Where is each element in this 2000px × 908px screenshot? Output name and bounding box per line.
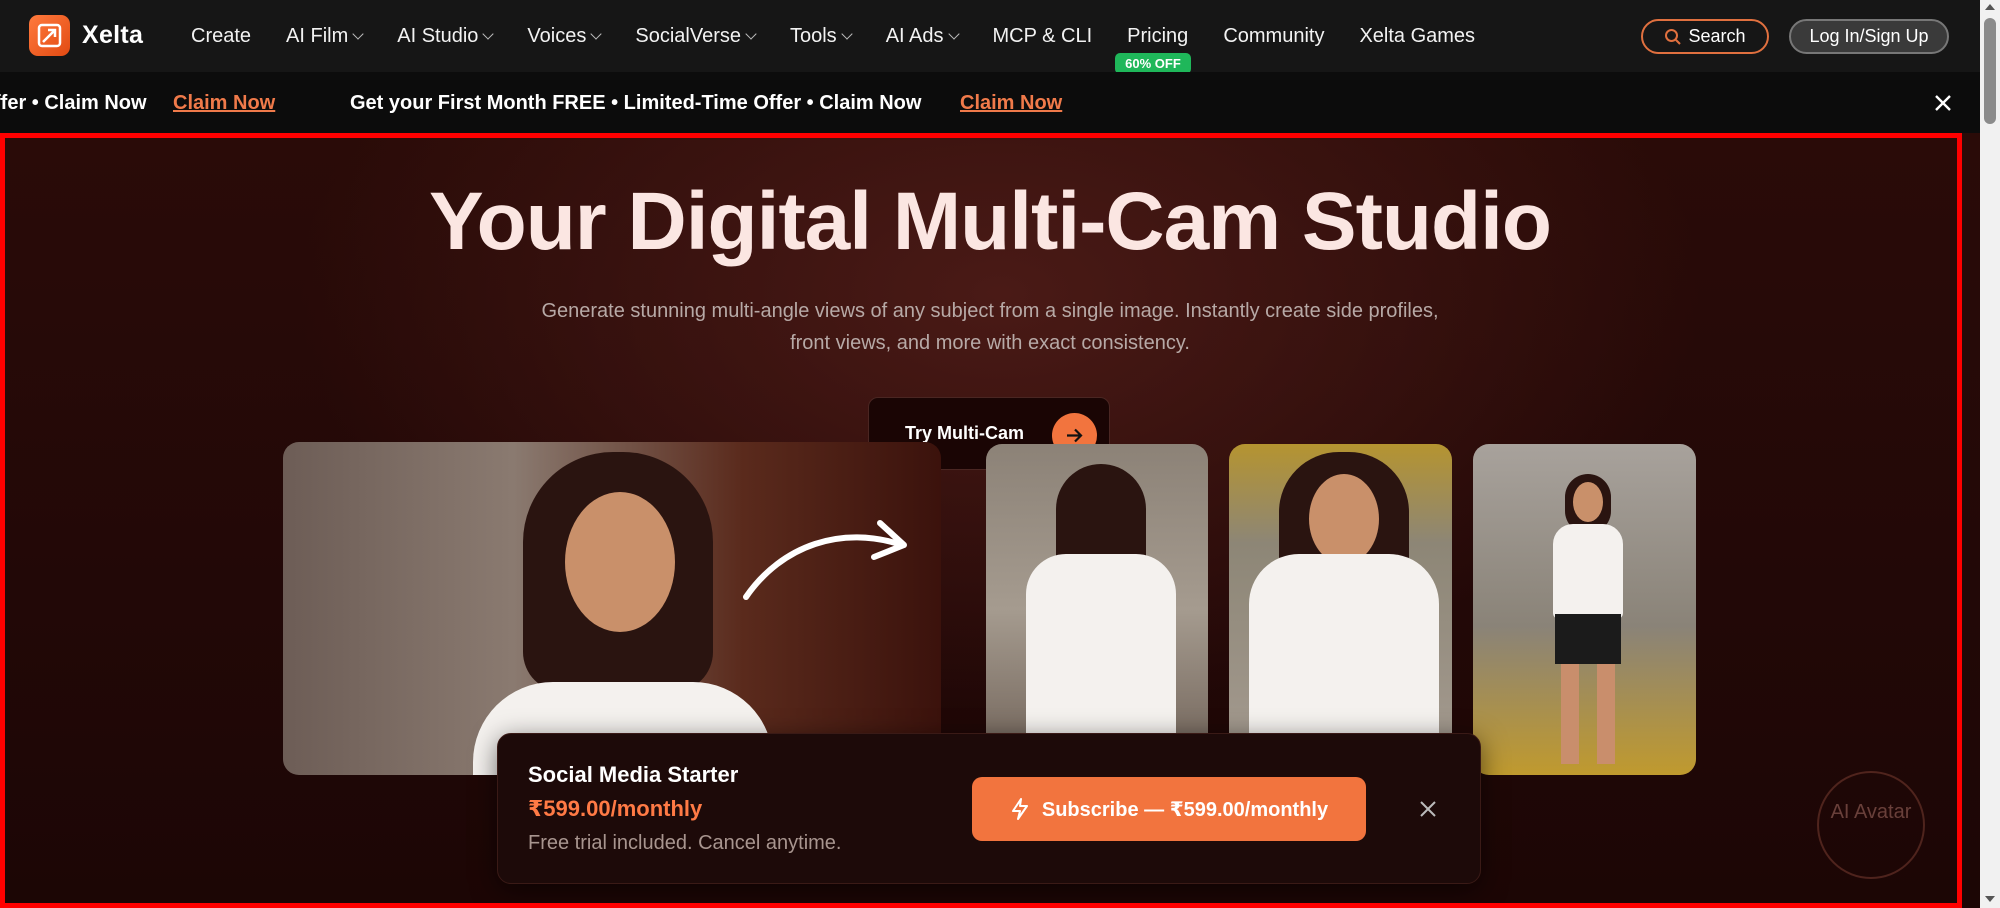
- search-button[interactable]: Search: [1641, 19, 1769, 54]
- main-menu: Create AI Film AI Studio Voices SocialVe…: [191, 0, 1510, 74]
- subscription-popup: Social Media Starter ₹599.00/monthly Fre…: [497, 733, 1481, 884]
- chevron-down-icon: [947, 28, 960, 40]
- nav-community[interactable]: Community: [1223, 25, 1324, 48]
- lightning-icon: [1011, 798, 1028, 820]
- nav-mcp-cli[interactable]: MCP & CLI: [993, 25, 1093, 48]
- nav-label: Xelta Games: [1359, 24, 1476, 47]
- promo-text: Get your First Month FREE • Limited-Time…: [350, 92, 922, 114]
- nav-pricing[interactable]: Pricing 60% OFF: [1115, 24, 1191, 74]
- cta-label: Try Multi-Cam: [905, 423, 1025, 443]
- source-image: [283, 442, 941, 775]
- brand-logo[interactable]: Xelta: [29, 15, 143, 56]
- plan-name: Social Media Starter: [528, 762, 739, 787]
- claim-now-link[interactable]: Claim Now: [960, 92, 1062, 115]
- nav-label: SocialVerse: [635, 24, 741, 47]
- nav-ai-studio[interactable]: AI Studio: [397, 24, 495, 48]
- claim-now-link[interactable]: Claim Now: [173, 92, 275, 115]
- page: Xelta Create AI Film AI Studio Voices So…: [0, 0, 2000, 908]
- nav-label: Voices: [527, 24, 587, 47]
- hero-title: Your Digital Multi-Cam Studio: [429, 176, 1552, 267]
- scroll-up-icon[interactable]: [1985, 4, 1995, 10]
- hero-subtitle: Generate stunning multi-angle views of a…: [541, 300, 1439, 354]
- generated-view-back: [986, 444, 1208, 775]
- search-icon: [1665, 28, 1682, 45]
- nav-label: Community: [1223, 24, 1325, 47]
- nav-create[interactable]: Create: [191, 25, 251, 48]
- page-scrollbar[interactable]: [1980, 0, 2000, 908]
- promo-banner: ffer • Claim Now Claim Now Get your Firs…: [0, 72, 1980, 136]
- ai-avatar-widget[interactable]: AI Avatar: [1817, 771, 1925, 879]
- nav-voices[interactable]: Voices: [527, 24, 603, 48]
- plan-note: Free trial included. Cancel anytime.: [528, 832, 842, 854]
- chevron-down-icon: [352, 28, 364, 40]
- nav-label: Pricing: [1127, 24, 1189, 47]
- nav-ai-ads[interactable]: AI Ads: [885, 24, 960, 48]
- chevron-down-icon: [841, 28, 853, 40]
- nav-tools[interactable]: Tools: [789, 24, 853, 48]
- chevron-down-icon: [590, 28, 603, 40]
- nav-ai-film[interactable]: AI Film: [286, 24, 364, 48]
- nav-label: MCP & CLI: [992, 24, 1093, 47]
- chevron-down-icon: [482, 28, 495, 40]
- nav-socialverse[interactable]: SocialVerse: [635, 24, 757, 48]
- login-signup-button[interactable]: Log In/Sign Up: [1789, 19, 1949, 54]
- nav-label: Create: [191, 24, 252, 47]
- generated-view-front: [1229, 444, 1452, 775]
- nav-label: AI Studio: [397, 24, 479, 47]
- promo-text-partial: ffer • Claim Now: [0, 92, 147, 114]
- scroll-down-icon[interactable]: [1985, 896, 1995, 902]
- curved-arrow-icon: [743, 520, 907, 600]
- logo-icon: [29, 15, 70, 56]
- nav-label: AI Ads: [885, 24, 944, 47]
- nav-label: AI Film: [286, 24, 349, 47]
- plan-price: ₹599.00/monthly: [528, 796, 703, 821]
- nav-label: Tools: [789, 24, 837, 47]
- chevron-down-icon: [745, 28, 757, 40]
- top-nav: Xelta Create AI Film AI Studio Voices So…: [0, 0, 1980, 74]
- discount-badge: 60% OFF: [1115, 52, 1191, 74]
- generated-view-full-body: [1473, 444, 1696, 775]
- brand-name: Xelta: [82, 21, 144, 49]
- subscribe-label: Subscribe — ₹599.00/monthly: [1041, 798, 1329, 821]
- nav-xelta-games[interactable]: Xelta Games: [1359, 25, 1475, 48]
- close-icon[interactable]: [1418, 799, 1438, 819]
- search-label: Search: [1688, 26, 1746, 46]
- subscribe-button[interactable]: Subscribe — ₹599.00/monthly: [972, 777, 1366, 841]
- close-icon[interactable]: [1932, 92, 1954, 114]
- scroll-thumb[interactable]: [1984, 18, 1996, 124]
